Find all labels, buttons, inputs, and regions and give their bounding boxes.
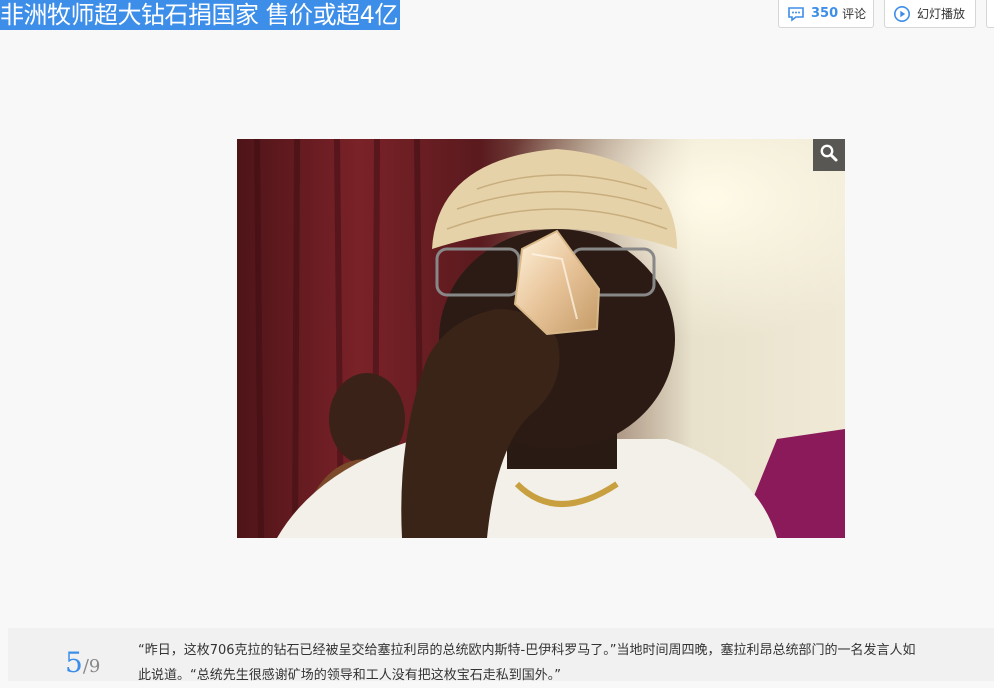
- zoom-button[interactable]: [813, 139, 845, 171]
- slideshow-button[interactable]: 幻灯播放: [884, 0, 976, 28]
- caption-line: “昨日，这枚706克拉的钻石已经被呈交给塞拉利昂的总统欧内斯特-巴伊科罗马了。”…: [138, 643, 916, 658]
- comment-label: 评论: [842, 7, 867, 21]
- caption-panel: 5/9 “昨日，这枚706克拉的钻石已经被呈交给塞拉利昂的总统欧内斯特-巴伊科罗…: [8, 628, 994, 683]
- pager-total: 9: [88, 656, 101, 677]
- slideshow-label: 幻灯播放: [917, 7, 966, 21]
- photo-pager: 5/9: [65, 646, 100, 679]
- page-title: 非洲牧师超大钻石捐国家 售价或超4亿: [0, 0, 400, 30]
- more-button[interactable]: [986, 0, 994, 28]
- play-icon: [893, 5, 911, 23]
- photo-image: [237, 139, 845, 538]
- title-bar: 非洲牧师超大钻石捐国家 售价或超4亿: [0, 0, 400, 30]
- main-photo[interactable]: [237, 139, 845, 538]
- comment-count: 350: [811, 6, 839, 21]
- pager-current: 5: [65, 646, 83, 679]
- magnifier-icon: [819, 143, 839, 167]
- caption-line: 此说道。“总统先生很感谢矿场的领导和工人没有把这枚宝石走私到国外。”: [138, 668, 561, 683]
- comments-button[interactable]: 350 评论: [778, 0, 874, 28]
- comment-icon: [787, 5, 805, 23]
